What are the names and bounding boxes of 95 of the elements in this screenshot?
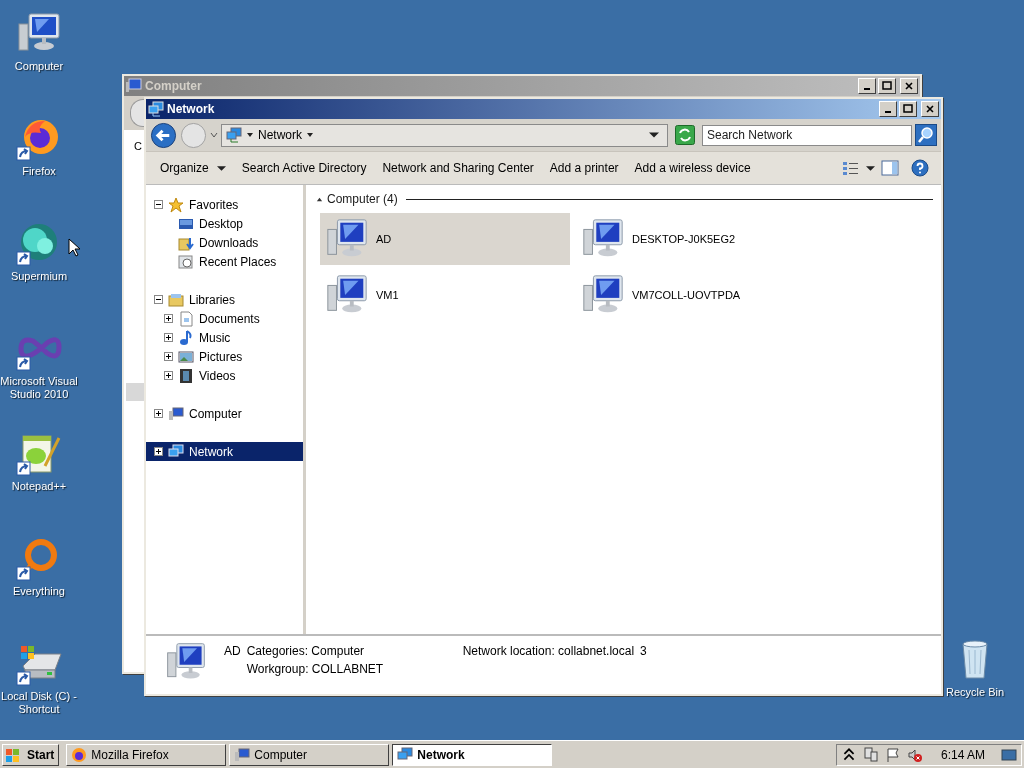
close-icon <box>904 81 914 91</box>
selection-highlight <box>126 383 144 401</box>
tree-item[interactable]: Libraries <box>146 290 303 309</box>
icon-label: Notepad++ <box>11 480 67 493</box>
clock[interactable]: 6:14 AM <box>940 747 985 762</box>
caret-icon[interactable] <box>306 131 314 139</box>
tree-item[interactable]: Favorites <box>146 195 303 214</box>
collapse-caret-icon[interactable] <box>316 195 323 203</box>
expand-icon[interactable] <box>164 352 173 361</box>
detail-text: Workgroup: COLLABNET <box>246 662 385 676</box>
computer-item[interactable]: VM7COLL-UOVTPDA <box>576 269 826 321</box>
tree-item[interactable]: Downloads <box>146 233 303 252</box>
taskbar-button[interactable]: Network <box>392 743 553 766</box>
computer-icon <box>234 746 251 763</box>
detail-text: 3 <box>640 644 647 658</box>
close-icon <box>925 104 935 114</box>
tree-item[interactable]: Pictures <box>146 347 303 366</box>
expand-icon[interactable] <box>164 371 173 380</box>
film-icon <box>178 367 194 384</box>
icon-label: Recycle Bin <box>945 686 1005 699</box>
computer-icon <box>126 78 142 94</box>
maximize-icon <box>903 104 913 114</box>
caret-icon[interactable] <box>866 163 875 173</box>
picture-icon <box>178 348 194 365</box>
toolbar-text: C <box>134 140 142 152</box>
search-field[interactable]: Search Network <box>702 124 912 146</box>
collapse-icon[interactable] <box>154 295 163 304</box>
network-icon[interactable] <box>862 746 879 763</box>
tree-item[interactable]: Music <box>146 328 303 347</box>
computer-item[interactable]: VM1 <box>320 269 570 321</box>
start-button[interactable]: Start <box>2 743 60 766</box>
minimize-icon <box>864 88 870 90</box>
item-name: AD <box>224 644 241 658</box>
toolbar-button[interactable]: Organize <box>152 157 234 179</box>
expand-icon[interactable] <box>154 409 163 418</box>
detail-text: Categories: Computer <box>246 644 366 658</box>
tree-item[interactable]: Documents <box>146 309 303 328</box>
tree-item[interactable]: Network <box>146 442 303 461</box>
network-icon <box>168 443 184 460</box>
tree-item[interactable]: Videos <box>146 366 303 385</box>
collapse-icon[interactable] <box>154 200 163 209</box>
show-desktop-icon[interactable] <box>1001 746 1017 763</box>
window-title: Network <box>167 102 215 116</box>
refresh-button[interactable] <box>675 125 695 145</box>
mouse-pointer-icon <box>68 238 80 258</box>
toolbar-button[interactable]: Add a printer <box>541 157 627 179</box>
icon-label: Computer <box>14 60 64 73</box>
icon-label: Local Disk (C) - Shortcut <box>0 690 78 716</box>
icon-label: Microsoft Visual Studio 2010 <box>0 375 78 401</box>
network-icon <box>226 127 242 143</box>
close-button[interactable] <box>921 101 939 117</box>
caret-icon <box>216 163 226 173</box>
views-icon[interactable] <box>842 159 860 177</box>
history-caret-icon[interactable] <box>210 131 218 139</box>
address-bar[interactable]: Network <box>221 123 668 147</box>
detail-text: Network location: collabnet.local <box>462 644 635 658</box>
maximize-icon <box>882 81 892 91</box>
computer-item[interactable]: AD <box>320 213 570 265</box>
folder-icon <box>168 291 184 308</box>
caret-icon[interactable] <box>246 131 254 139</box>
document-icon <box>178 310 194 327</box>
tree-item[interactable]: Computer <box>146 404 303 423</box>
toolbar-button[interactable]: Network and Sharing Center <box>374 157 542 179</box>
network-icon <box>397 746 414 763</box>
computer-item[interactable]: DESKTOP-J0K5EG2 <box>576 213 826 265</box>
icon-label: Everything <box>13 585 65 598</box>
expand-icon[interactable] <box>164 333 173 342</box>
window-title: Computer <box>145 79 202 93</box>
tree-item[interactable]: Recent Places <box>146 252 303 271</box>
clock-icon <box>178 253 194 270</box>
breadcrumb[interactable]: Network <box>258 128 302 142</box>
back-button[interactable] <box>150 121 177 149</box>
help-icon[interactable] <box>911 159 929 177</box>
icon-label: Supermium <box>10 270 68 283</box>
expand-icon[interactable] <box>164 314 173 323</box>
minimize-icon <box>885 111 891 113</box>
computer-icon <box>168 405 184 422</box>
star-icon <box>168 196 184 213</box>
tree-item[interactable]: Desktop <box>146 214 303 233</box>
toolbar-button[interactable]: Add a wireless device <box>626 157 759 179</box>
flag-icon[interactable] <box>884 746 901 763</box>
taskbar-button[interactable]: Computer <box>229 743 390 766</box>
music-note-icon <box>178 329 194 346</box>
taskbar-button[interactable]: Mozilla Firefox <box>66 743 227 766</box>
minimize-button[interactable] <box>879 101 897 117</box>
icon-label: Firefox <box>22 165 56 178</box>
dropdown-caret-icon[interactable] <box>649 130 659 140</box>
maximize-button[interactable] <box>899 101 917 117</box>
windows-logo-icon <box>5 746 21 763</box>
search-icon[interactable] <box>915 124 937 146</box>
toolbar-button[interactable]: Search Active Directory <box>233 157 375 179</box>
group-header[interactable]: Computer (4) <box>327 192 398 206</box>
expand-icon[interactable] <box>154 447 163 456</box>
network-icon <box>148 101 164 117</box>
firefox-icon <box>71 746 88 763</box>
